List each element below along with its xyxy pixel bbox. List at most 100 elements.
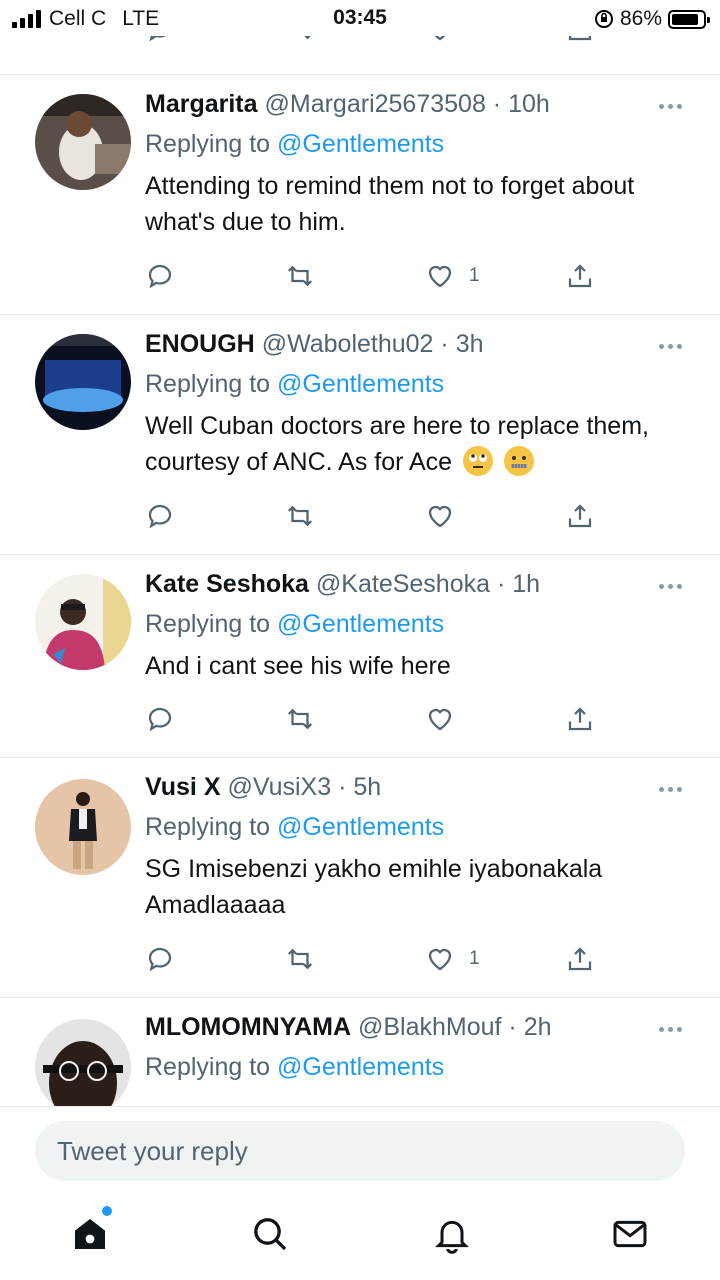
like-button[interactable]: 1 [425, 261, 480, 291]
more-options-icon[interactable] [659, 104, 682, 109]
replying-to-line: Replying to @Gentlements [145, 813, 444, 842]
more-options-icon[interactable] [659, 1027, 682, 1032]
retweet-button[interactable] [285, 501, 315, 531]
replying-prefix: Replying to [145, 370, 271, 398]
handle[interactable]: @KateSeshoka [316, 570, 490, 598]
share-icon [568, 707, 592, 731]
tweet-actions: 1 [145, 261, 605, 293]
tab-messages[interactable] [610, 1214, 650, 1254]
tab-notifications[interactable] [432, 1214, 472, 1254]
tweet-card[interactable]: Vusi X @VusiX3 · 5h Replying to @Gentlem… [0, 759, 720, 997]
tweet-card[interactable]: Kate Seshoka @KateSeshoka · 1h Replying … [0, 556, 720, 756]
reply-button[interactable] [145, 501, 175, 531]
handle[interactable]: @BlakhMouf [358, 1013, 502, 1041]
status-bar: Cell C LTE 03:45 86% [0, 0, 720, 36]
more-options-icon[interactable] [659, 344, 682, 349]
tweet-card[interactable]: MLOMOMNYAMA @BlakhMouf · 2h Replying to … [0, 999, 720, 1106]
share-button[interactable] [565, 704, 595, 734]
reply-button[interactable] [145, 261, 175, 291]
zipper-mouth-emoji-icon [504, 446, 534, 476]
display-name[interactable]: ENOUGH [145, 330, 255, 358]
battery-icon [668, 9, 710, 29]
display-name[interactable]: Vusi X [145, 773, 221, 801]
timestamp: 2h [523, 1013, 552, 1041]
handle[interactable]: @VusiX3 [227, 773, 331, 801]
retweet-icon [287, 505, 313, 527]
more-options-icon[interactable] [659, 584, 682, 589]
notifications-icon [435, 1220, 469, 1254]
eye-roll-emoji-icon [463, 446, 494, 476]
tweet-card[interactable]: Margarita @Margari25673508 · 10h Replyin… [0, 76, 720, 314]
divider [0, 314, 720, 315]
display-name[interactable]: Margarita [145, 90, 258, 118]
mention-link[interactable]: @Gentlements [277, 370, 444, 398]
retweet-button[interactable] [285, 704, 315, 734]
tweet-header: Vusi X @VusiX3 · 5h [145, 773, 382, 801]
tweet-actions: 1 [145, 944, 605, 976]
new-content-dot [102, 1206, 112, 1216]
replying-prefix: Replying to [145, 1053, 271, 1081]
avatar[interactable] [35, 334, 131, 430]
avatar[interactable] [35, 574, 131, 670]
like-count: 1 [469, 948, 480, 969]
mention-link[interactable]: @Gentlements [277, 1053, 444, 1081]
handle[interactable]: @Wabolethu02 [262, 330, 434, 358]
like-button[interactable]: 1 [425, 944, 480, 974]
like-icon [428, 265, 452, 288]
like-count: 1 [469, 265, 480, 286]
tweet-header: MLOMOMNYAMA @BlakhMouf · 2h [145, 1013, 552, 1041]
replying-to-line: Replying to @Gentlements [145, 370, 444, 399]
like-icon [428, 708, 452, 731]
messages-icon [613, 1220, 647, 1248]
mention-link[interactable]: @Gentlements [277, 813, 444, 841]
bottom-tab-bar [0, 1190, 720, 1280]
share-button[interactable] [565, 261, 595, 291]
home-icon [75, 1219, 105, 1249]
mention-link[interactable]: @Gentlements [277, 610, 444, 638]
replying-prefix: Replying to [145, 813, 271, 841]
share-button[interactable] [565, 501, 595, 531]
retweet-button[interactable] [285, 944, 315, 974]
more-options-icon[interactable] [659, 787, 682, 792]
tweet-actions [145, 501, 605, 533]
share-icon [568, 264, 592, 288]
retweet-icon [287, 708, 313, 730]
status-right: 86% [594, 7, 710, 31]
share-button[interactable] [565, 944, 595, 974]
search-icon [254, 1218, 287, 1251]
tweet-reply-input[interactable]: Tweet your reply [35, 1121, 685, 1181]
retweet-button[interactable] [285, 261, 315, 291]
avatar[interactable] [35, 779, 131, 875]
divider [0, 554, 720, 555]
replying-to-line: Replying to @Gentlements [145, 1053, 444, 1082]
like-icon [428, 505, 452, 528]
replying-to-line: Replying to @Gentlements [145, 610, 444, 639]
orientation-lock-icon [594, 10, 613, 28]
handle[interactable]: @Margari25673508 [265, 90, 486, 118]
tweet-text: And i cant see his wife here [145, 652, 451, 680]
mention-link[interactable]: @Gentlements [277, 130, 444, 158]
replying-prefix: Replying to [145, 130, 271, 158]
retweet-icon [287, 265, 313, 287]
replying-to-line: Replying to @Gentlements [145, 130, 444, 159]
like-button[interactable] [425, 501, 455, 531]
display-name[interactable]: Kate Seshoka [145, 570, 309, 598]
like-button[interactable] [425, 704, 455, 734]
tab-search[interactable] [250, 1214, 290, 1254]
reply-icon [148, 504, 172, 529]
reply-button[interactable] [145, 944, 175, 974]
display-name[interactable]: MLOMOMNYAMA [145, 1013, 351, 1041]
divider [0, 997, 720, 998]
tweet-text-body: Well Cuban doctors are here to replace t… [145, 412, 649, 476]
timestamp: 5h [353, 773, 382, 801]
timestamp: 10h [508, 90, 550, 118]
reply-button[interactable] [145, 704, 175, 734]
retweet-icon [287, 948, 313, 970]
divider [0, 757, 720, 758]
divider [0, 74, 720, 75]
avatar[interactable] [35, 1019, 131, 1106]
tweet-card[interactable]: ENOUGH @Wabolethu02 · 3h Replying to @Ge… [0, 316, 720, 554]
tab-home[interactable] [70, 1206, 112, 1254]
share-icon [568, 504, 592, 528]
avatar[interactable] [35, 94, 131, 190]
